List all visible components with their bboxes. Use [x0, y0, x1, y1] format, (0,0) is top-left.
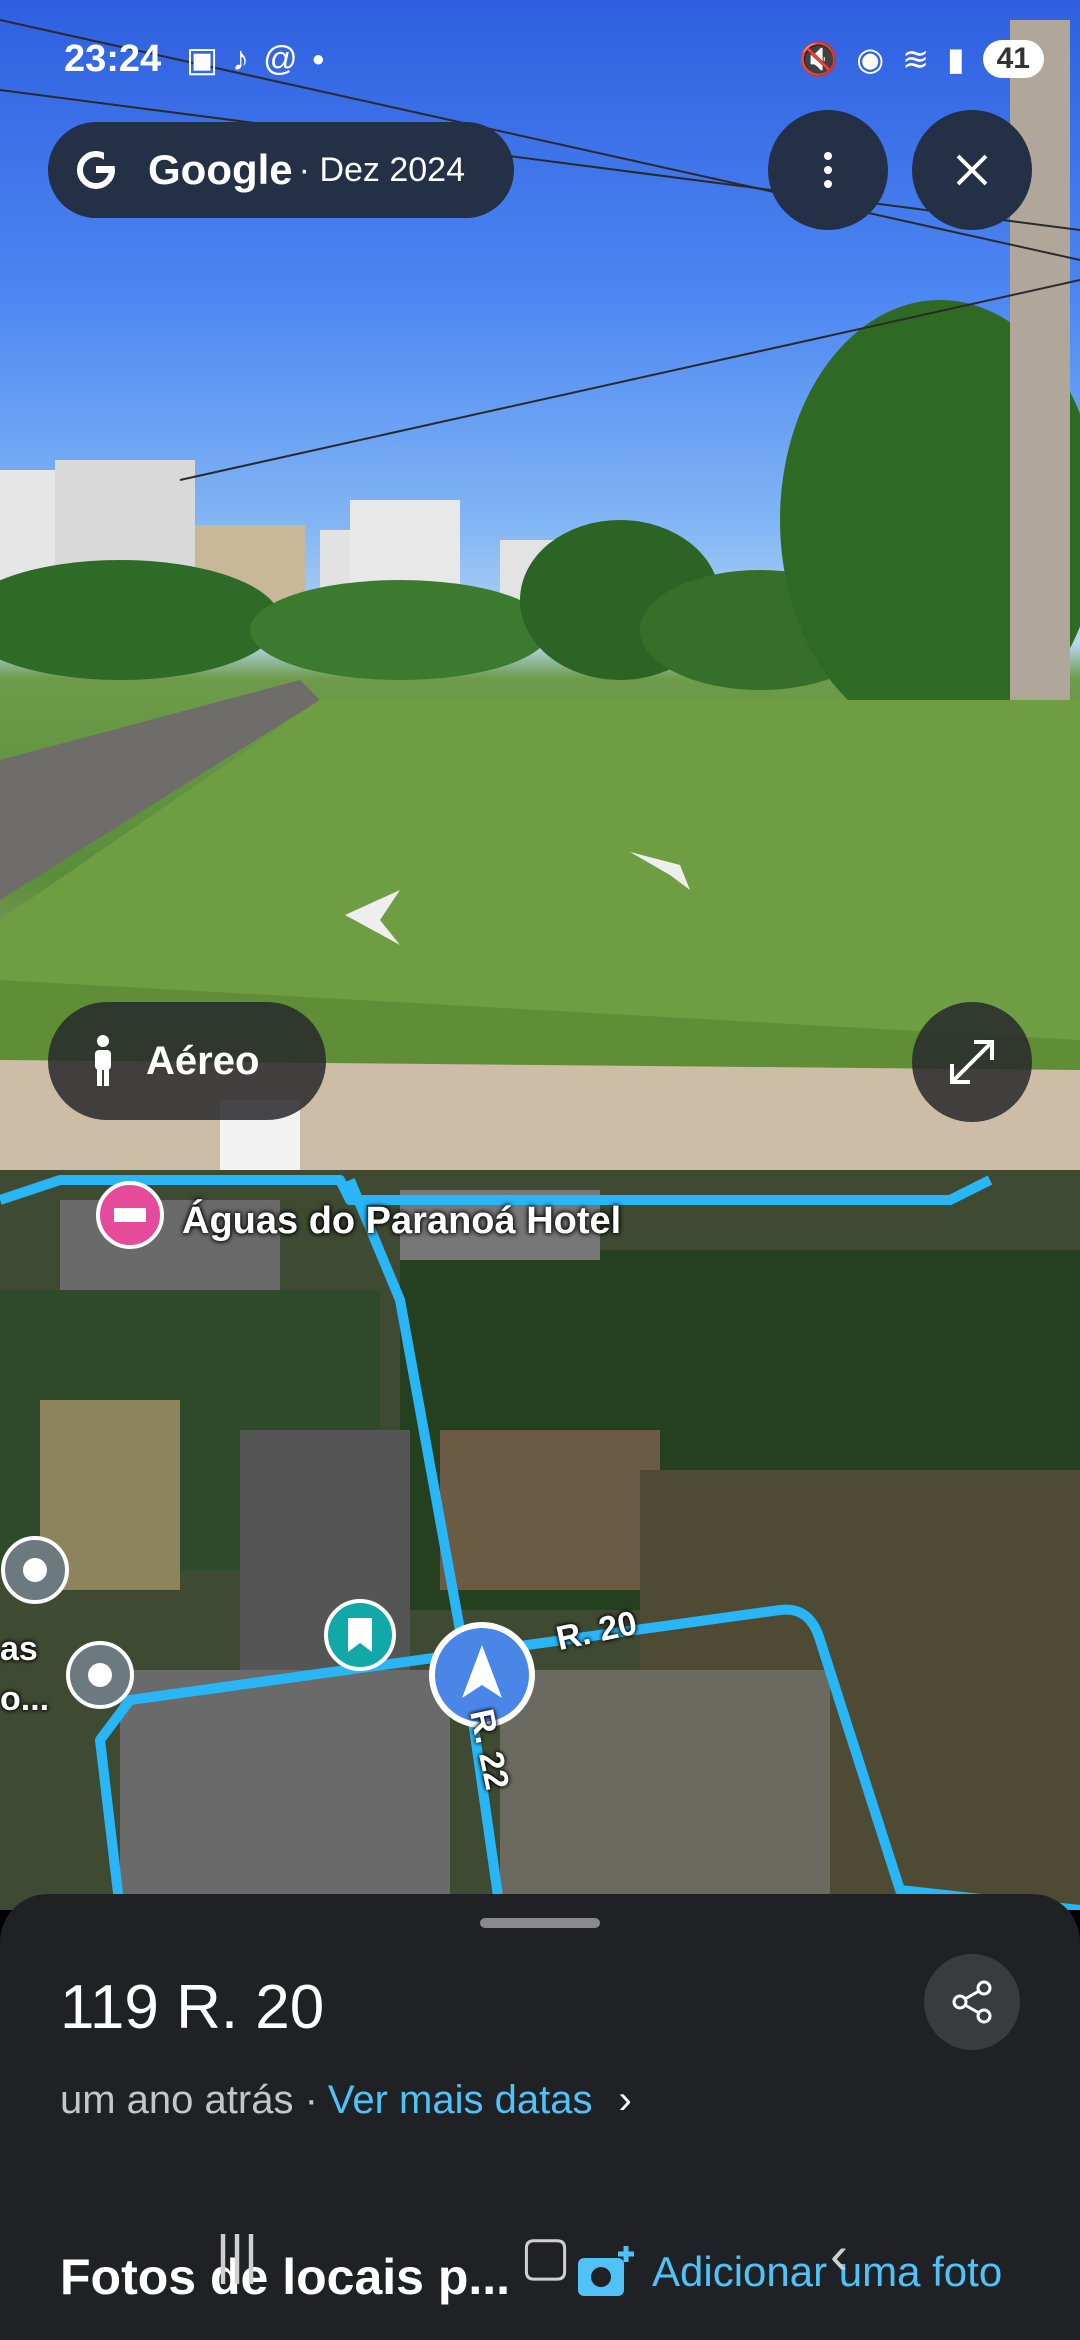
location-icon: ◉ [856, 41, 885, 77]
home-nav-icon[interactable]: ▢ [520, 2224, 571, 2287]
google-g-icon [77, 151, 118, 189]
imagery-date-pill[interactable]: Google · Dez 2024 [48, 122, 514, 218]
photos-heading: Fotos de locais p... [60, 2249, 511, 2305]
map-imagery [0, 1170, 1080, 1910]
share-icon [952, 1980, 992, 2024]
address-title: 119 R. 20 [60, 1973, 325, 2042]
place-bottom-sheet[interactable]: 119 R. 20 um ano atrás · Ver mais datas … [0, 1894, 1080, 2340]
aerial-view-button[interactable]: Aéreo [48, 1002, 326, 1120]
status-time: 23:24 [64, 38, 162, 80]
imagery-date-label: · Dez 2024 [298, 150, 465, 189]
time-ago-label: um ano atrás · [60, 2078, 318, 2122]
more-vert-icon [824, 152, 832, 188]
partial-place-label-2: o... [0, 1680, 50, 1718]
more-dates-link[interactable]: Ver mais datas [328, 2078, 593, 2123]
mute-icon: 🔇 [798, 41, 839, 77]
chevron-right-icon[interactable]: › [618, 2078, 631, 2123]
tiktok-icon: ♪ [232, 40, 250, 78]
signal-icon: ▮ [947, 41, 965, 77]
more-options-button[interactable] [768, 110, 888, 230]
wifi-icon: ≋ [902, 41, 930, 77]
add-photo-icon [578, 2246, 634, 2296]
place-pin-icon-2 [66, 1641, 134, 1709]
battery-indicator: 41 [982, 40, 1044, 78]
partial-place-label: as [0, 1630, 38, 1668]
hotel-pin-icon [96, 1181, 164, 1249]
share-button[interactable] [924, 1954, 1020, 2050]
close-icon [956, 154, 988, 186]
saved-bookmark-icon [324, 1599, 396, 1671]
dates-line: um ano atrás · Ver mais datas › [60, 2078, 632, 2123]
satellite-map[interactable]: Águas do Paranoá Hotel R. 20 R. 22 as o.… [0, 1170, 1080, 1910]
dot-icon: ● [311, 46, 325, 71]
add-photo-label: Adicionar uma foto [652, 2248, 1003, 2295]
aerial-view-label: Aéreo [146, 1038, 260, 1083]
screenshot-icon: ▣ [186, 41, 219, 79]
poi-hotel-label[interactable]: Águas do Paranoá Hotel [182, 1200, 621, 1243]
google-brand-label: Google [148, 146, 293, 193]
status-bar: 23:24 ▣ ♪ @ ● 🔇 ◉ ≋ ▮ 41 [0, 0, 1080, 120]
expand-icon [950, 1040, 994, 1084]
person-icon [95, 1035, 111, 1086]
sheet-drag-handle[interactable] [480, 1918, 600, 1928]
close-button[interactable] [912, 110, 1032, 230]
add-photo-button[interactable]: Adicionar uma foto [576, 2244, 1002, 2300]
place-pin-icon [1, 1536, 69, 1604]
threads-icon: @ [263, 40, 298, 78]
street-view-panorama[interactable]: 23:24 ▣ ♪ @ ● 🔇 ◉ ≋ ▮ 41 Google · Dez 20… [0, 0, 1080, 1170]
fullscreen-button[interactable] [912, 1002, 1032, 1122]
